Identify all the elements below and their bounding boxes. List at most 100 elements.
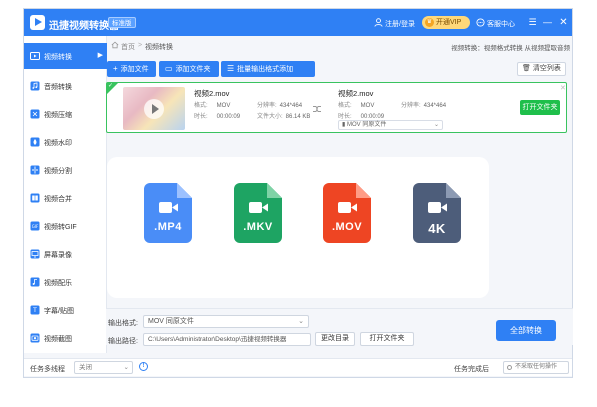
output-path-input[interactable]: C:\Users\Administrator\Desktop\迅捷视频转换器 [143,333,311,346]
edition-badge: 标准版 [108,17,136,28]
audio-icon [30,81,40,91]
target-format: 格式: MOV [338,103,375,109]
title-bar: 迅捷视频转换器 标准版 注册/登录 ♛ 开通VIP 客服中心 ☰ — ✕ [24,9,572,36]
sidebar-item-label: 字幕/贴图 [44,308,74,315]
after-done-value: 不采取任何操作 [515,364,558,370]
sidebar-item-label: 视频转GIF [44,224,77,231]
watermark-icon [30,137,40,147]
sidebar-item-subtitle[interactable]: T 字幕/贴图 [24,297,107,323]
convert-all-button[interactable]: 全部转换 [496,320,556,341]
source-file-name: 视频2.mov [194,89,230,98]
video-icon: ▮ [342,122,346,128]
sidebar-item-video-music[interactable]: 视频配乐 [24,269,107,295]
sidebar-item-label: 视频配乐 [44,280,72,287]
app-logo-icon [30,15,45,30]
plus-icon: + [113,64,118,73]
sidebar-item-label: 视频压缩 [44,112,72,119]
open-output-folder-button[interactable]: 打开文件夹 [360,332,414,346]
subtitle-icon: T [30,305,40,315]
split-icon [30,165,40,175]
mp4-file-icon: .MP4 [144,183,192,243]
sidebar-item-video-convert[interactable]: 视频转换 ▶ [24,43,107,69]
mkv-label: .MKV [243,221,273,233]
sidebar-item-label: 视频水印 [44,140,72,147]
sidebar-item-video-split[interactable]: 视频分割 [24,157,107,183]
close-icon[interactable]: ✕ [560,85,567,92]
folder-icon: ▭ [165,64,173,73]
output-format-label: 输出格式: [108,320,138,327]
multithread-label: 任务多线程 [30,366,65,373]
sidebar-item-video-to-gif[interactable]: GIF 视频转GIF [24,213,107,239]
batch-format-button[interactable]: ☰ 批量输出格式添加 [221,61,315,77]
multithread-select[interactable]: 关闭 ⌄ [74,361,133,374]
source-duration: 时长: 00:00:09 [194,114,241,120]
change-directory-button[interactable]: 更改目录 [315,332,355,346]
sidebar-item-video-compress[interactable]: 视频压缩 [24,101,107,127]
check-icon: ✓ [108,83,114,89]
close-icon[interactable]: ✕ [557,16,570,29]
sidebar-item-label: 屏幕录像 [44,252,72,259]
sidebar-item-screen-record[interactable]: 屏幕录像 [24,241,107,267]
list-icon: ☰ [227,64,235,73]
chevron-right-icon: ▶ [97,52,103,59]
output-format-select[interactable]: MOV 同原文件 ⌄ [143,315,309,328]
sidebar-item-video-screenshot[interactable]: 视频截图 [24,325,107,351]
status-bar: 任务多线程 关闭 ⌄ ! 任务完成后 不采取任何操作 [24,358,572,376]
chevron-down-icon: ⌄ [123,364,129,371]
file-list-item[interactable]: ✓ 视频2.mov 格式: MOV 分辨率: 434*464 时长: 00:00:09… [106,82,567,133]
screenshot-icon [30,333,40,343]
after-done-label: 任务完成后 [454,366,489,373]
play-icon[interactable] [144,99,164,119]
service-link[interactable]: 客服中心 [487,19,515,29]
clear-list-button[interactable]: 🗑 清空列表 [517,62,566,76]
home-icon [111,41,119,49]
svg-text:T: T [32,307,37,314]
minimize-icon[interactable]: — [541,16,554,29]
sidebar-item-label: 视频分割 [44,168,72,175]
add-folder-button[interactable]: ▭ 添加文件夹 [159,61,219,77]
svg-text:GIF: GIF [32,224,39,229]
menu-icon[interactable]: ☰ [526,16,539,29]
vip-label: 开通VIP [436,19,462,26]
after-done-select[interactable]: 不采取任何操作 [503,361,569,374]
sidebar-item-label: 视频截图 [44,336,72,343]
vip-button[interactable]: ♛ 开通VIP [422,16,470,29]
trash-icon: 🗑 [522,65,531,72]
output-format-value: MOV 同原文件 [148,318,194,325]
sidebar-item-audio-convert[interactable]: 音频转换 [24,73,107,99]
mkv-file-icon: .MKV [234,183,282,243]
sidebar-item-label: 视频合并 [44,196,72,203]
crown-icon: ♛ [425,18,434,27]
target-duration: 时长: 00:00:09 [338,114,385,120]
video-thumbnail [123,87,185,130]
source-resolution: 分辨率: 434*464 [257,103,303,109]
sidebar-item-video-watermark[interactable]: 视频水印 [24,129,107,155]
screen-record-icon [30,249,40,259]
add-file-button[interactable]: + 添加文件 [107,61,156,77]
target-resolution: 分辨率: 434*464 [401,103,447,109]
sidebar-item-video-merge[interactable]: 视频合并 [24,185,107,211]
login-link[interactable]: 注册/登录 [385,19,415,29]
open-folder-button[interactable]: 打开文件夹 [520,100,560,115]
target-file-name: 视频2.mov [338,89,374,98]
mov-label: .MOV [331,221,363,233]
info-icon[interactable]: ! [139,362,148,371]
user-icon [374,18,383,27]
4k-file-icon: 4K [413,183,461,243]
mp4-label: .MP4 [154,221,182,233]
gif-icon: GIF [30,221,40,231]
compress-icon [30,109,40,119]
breadcrumb-home[interactable]: 首页 [121,42,135,52]
target-format-select[interactable]: ▮ MOV 同原文件 ⌄ [338,120,443,130]
4k-label: 4K [428,221,446,236]
multithread-value: 关闭 [79,364,92,371]
breadcrumb: 首页 > 视频转换 视频转换：视频格式转换 从视频提取音频 [107,36,572,54]
batch-format-label: 批量输出格式添加 [237,66,294,73]
feature-description: 视频转换：视频格式转换 从视频提取音频 [451,45,570,52]
convert-arrow-icon [313,106,321,112]
add-folder-label: 添加文件夹 [175,66,211,73]
target-format-value: MOV 同原文件 [346,122,387,128]
radio-icon [507,365,512,370]
merge-icon [30,193,40,203]
mov-file-icon: .MOV [323,183,371,243]
